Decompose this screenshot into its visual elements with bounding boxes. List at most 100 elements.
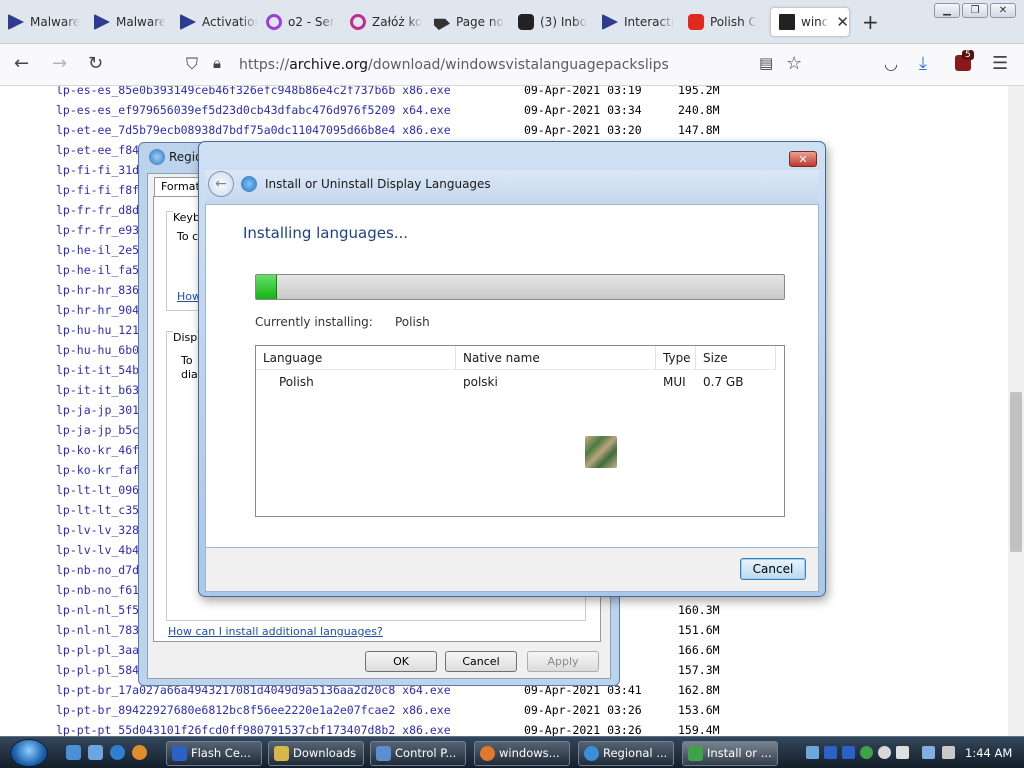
file-link[interactable]: lp-ko-kr_46f bbox=[56, 443, 139, 457]
window-close-button[interactable]: ✕ bbox=[990, 3, 1016, 18]
file-date: 09-Apr-2021 03:34 bbox=[524, 103, 642, 117]
column-header-size[interactable]: Size bbox=[696, 346, 776, 370]
tray-monitor-icon[interactable] bbox=[922, 746, 935, 759]
tab-malware-2[interactable]: Malware bbox=[86, 7, 172, 37]
show-desktop-icon[interactable] bbox=[66, 745, 81, 760]
column-header-type[interactable]: Type bbox=[656, 346, 696, 370]
tray-flash-icon[interactable] bbox=[842, 746, 855, 759]
tray-network-icon[interactable] bbox=[806, 746, 819, 759]
taskbar-item-regional[interactable]: Regional ... bbox=[578, 741, 674, 766]
firefox-icon bbox=[480, 746, 495, 761]
reader-view-icon[interactable]: ▤ bbox=[759, 54, 773, 72]
back-arrow-icon[interactable]: ← bbox=[208, 171, 234, 197]
file-link[interactable]: lp-he-il_2e5 bbox=[56, 243, 139, 257]
tab-interactive[interactable]: Interacti bbox=[594, 7, 680, 37]
taskbar-item-install[interactable]: Install or ... bbox=[682, 741, 778, 766]
new-tab-button[interactable]: + bbox=[862, 10, 879, 34]
tab-page[interactable]: Page no bbox=[426, 7, 510, 37]
minimize-button[interactable]: ▁ bbox=[934, 3, 960, 18]
file-link[interactable]: lp-ja-jp_b5c bbox=[56, 423, 139, 437]
start-button[interactable] bbox=[10, 739, 48, 767]
switch-windows-icon[interactable] bbox=[88, 745, 103, 760]
tray-flash-icon[interactable] bbox=[824, 746, 837, 759]
file-link[interactable]: lp-fr-fr_d8d bbox=[56, 203, 139, 217]
dialog-close-button[interactable]: ✕ bbox=[789, 151, 817, 167]
file-link[interactable]: lp-pt-br_89422927680e6812bc8f56ee2220e1a… bbox=[56, 703, 451, 717]
tab-o2[interactable]: o2 - Ser bbox=[258, 7, 342, 37]
file-link[interactable]: lp-nb-no_f61 bbox=[56, 583, 139, 597]
tab-windows-active[interactable]: windo ✕ bbox=[770, 7, 850, 37]
taskbar-item-firefox[interactable]: windows... bbox=[474, 741, 570, 766]
forward-icon[interactable]: → bbox=[52, 53, 67, 74]
file-link[interactable]: lp-lv-lv_4b4 bbox=[56, 543, 139, 557]
file-link[interactable]: lp-ja-jp_301 bbox=[56, 403, 139, 417]
file-link[interactable]: lp-fi-fi_f8f bbox=[56, 183, 139, 197]
close-tab-icon[interactable]: ✕ bbox=[836, 13, 849, 31]
file-link[interactable]: lp-fr-fr_e93 bbox=[56, 223, 139, 237]
menu-icon[interactable]: ☰ bbox=[992, 53, 1008, 74]
region-cancel-button[interactable]: Cancel bbox=[445, 651, 517, 672]
file-link[interactable]: lp-it-it_54b bbox=[56, 363, 139, 377]
tab-label: Załóż ko bbox=[372, 15, 423, 29]
taskbar-item-control-panel[interactable]: Control P... bbox=[370, 741, 466, 766]
file-link[interactable]: lp-it-it_b63 bbox=[56, 383, 139, 397]
file-link[interactable]: lp-pl-pl_3aa bbox=[56, 643, 139, 657]
file-link[interactable]: lp-lt-lt_096 bbox=[56, 483, 139, 497]
tab-label: (3) Inbo bbox=[540, 15, 587, 29]
file-link[interactable]: lp-hu-hu_6b0 bbox=[56, 343, 139, 357]
tab-zaloz[interactable]: Załóż ko bbox=[342, 7, 426, 37]
tray-app-icon[interactable] bbox=[896, 746, 909, 759]
internet-explorer-icon[interactable] bbox=[110, 745, 125, 760]
file-link[interactable]: lp-lv-lv_328 bbox=[56, 523, 139, 537]
firefox-icon[interactable] bbox=[132, 745, 147, 760]
ok-button[interactable]: OK bbox=[365, 651, 437, 672]
cancel-button[interactable]: Cancel bbox=[740, 558, 806, 580]
bookmark-star-icon[interactable]: ☆ bbox=[786, 53, 802, 74]
tab-malware-1[interactable]: Malware bbox=[0, 7, 86, 37]
file-link[interactable]: lp-nb-no_d7d bbox=[56, 563, 139, 577]
url-text[interactable]: https://archive.org/download/windowsvist… bbox=[239, 57, 669, 73]
file-link[interactable]: lp-hr-hr_836 bbox=[56, 283, 139, 297]
file-link[interactable]: lp-nl-nl_5f5 bbox=[56, 603, 139, 617]
tab-polish[interactable]: Polish C bbox=[680, 7, 766, 37]
file-link[interactable]: lp-es-es_85e0b393149ceb46f326efc948b86e4… bbox=[56, 86, 451, 97]
tray-volume-muted-icon[interactable] bbox=[942, 746, 955, 759]
address-bar[interactable]: https://archive.org/download/windowsvist… bbox=[176, 50, 816, 80]
file-link[interactable]: lp-es-es_ef979656039ef5d23d0cb43dfabc476… bbox=[56, 103, 451, 117]
install-languages-link[interactable]: How can I install additional languages? bbox=[168, 625, 383, 638]
maximize-button[interactable]: ❐ bbox=[962, 3, 988, 18]
reload-icon[interactable]: ↻ bbox=[88, 53, 103, 74]
taskbar-item-flash[interactable]: Flash Ce... bbox=[166, 741, 262, 766]
taskbar-item-downloads[interactable]: Downloads bbox=[268, 741, 364, 766]
apply-button[interactable]: Apply bbox=[527, 651, 599, 672]
tab-inbox[interactable]: (3) Inbo bbox=[510, 7, 594, 37]
file-link[interactable]: lp-pl-pl_584 bbox=[56, 663, 139, 677]
column-header-language[interactable]: Language bbox=[256, 346, 456, 370]
file-link[interactable]: lp-fi-fi_31d bbox=[56, 163, 139, 177]
back-icon[interactable]: ← bbox=[14, 53, 29, 74]
file-row: lp-pl-pl_5843:25157.3M bbox=[56, 660, 720, 680]
pocket-icon[interactable]: ◡ bbox=[884, 54, 898, 73]
progress-fill bbox=[256, 275, 278, 299]
file-link[interactable]: lp-he-il_fa5 bbox=[56, 263, 139, 277]
tray-sync-icon[interactable] bbox=[878, 746, 891, 759]
file-link[interactable]: lp-pt-pt_55d043101f26fcd0ff980791537cbf1… bbox=[56, 723, 451, 736]
file-link[interactable]: lp-nl-nl_783 bbox=[56, 623, 139, 637]
file-link[interactable]: lp-et-ee_f84 bbox=[56, 143, 139, 157]
taskbar-clock[interactable]: 1:44 AM bbox=[965, 746, 1012, 760]
file-link[interactable]: lp-hu-hu_121 bbox=[56, 323, 139, 337]
file-row: lp-hu-hu_6b0 bbox=[56, 340, 139, 360]
tray-update-icon[interactable] bbox=[860, 746, 873, 759]
downloads-icon[interactable]: ⤓ bbox=[919, 53, 927, 74]
tab-activation[interactable]: Activation bbox=[172, 7, 258, 37]
file-link[interactable]: lp-et-ee_7d5b79ecb08938d7bdf75a0dc110470… bbox=[56, 123, 451, 137]
file-link[interactable]: lp-hr-hr_904 bbox=[56, 303, 139, 317]
file-row: lp-ja-jp_b5c bbox=[56, 420, 139, 440]
file-link[interactable]: lp-lt-lt_c35 bbox=[56, 503, 139, 517]
file-row: lp-et-ee_f84 bbox=[56, 140, 139, 160]
file-row: lp-nl-nl_5f53:41160.3M bbox=[56, 600, 720, 620]
column-header-native-name[interactable]: Native name bbox=[456, 346, 656, 370]
scrollbar-thumb[interactable] bbox=[1010, 392, 1022, 552]
file-link[interactable]: lp-ko-kr_faf bbox=[56, 463, 139, 477]
file-row: lp-hr-hr_904 bbox=[56, 300, 139, 320]
